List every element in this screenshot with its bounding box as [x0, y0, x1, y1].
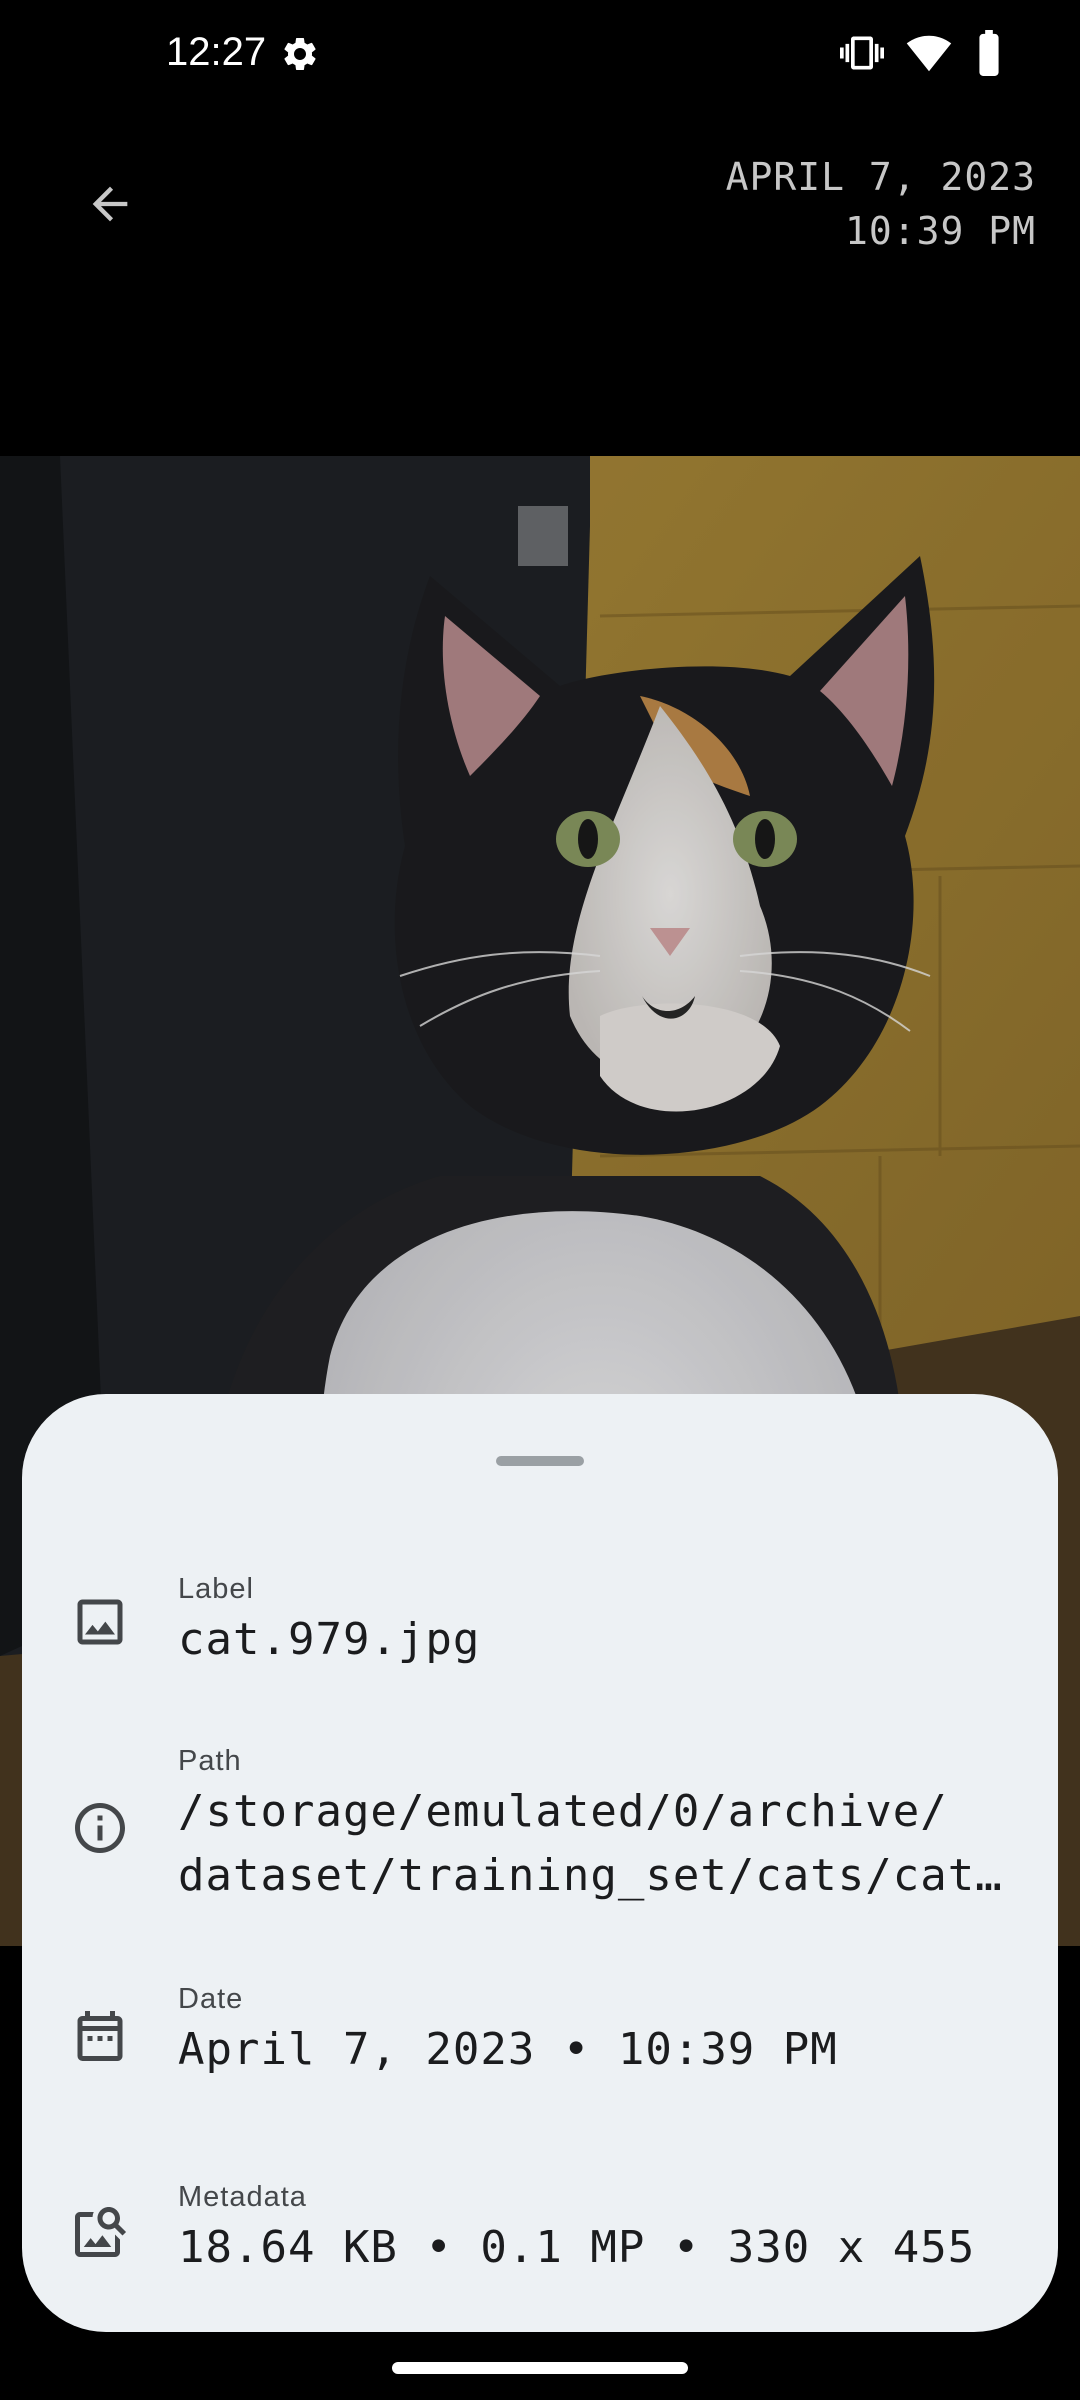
status-time: 12:27 [166, 30, 267, 74]
metadata-value: 18.64 KB • 0.1 MP • 330 x 455 [178, 2222, 976, 2273]
image-search-icon [75, 2207, 127, 2257]
path-value-line-1: /storage/emulated/0/archive/ [178, 1786, 948, 1837]
info-icon [75, 1803, 125, 1853]
info-row-metadata[interactable]: Metadata 18.64 KB • 0.1 MP • 330 x 455 [22, 2180, 1058, 2300]
path-value-line-2: dataset/training_set/cats/cat… [178, 1850, 1003, 1901]
wifi-icon [906, 35, 952, 72]
date-value: April 7, 2023 • 10:39 PM [178, 2024, 838, 2075]
gear-icon [284, 37, 316, 70]
path-value: /storage/emulated/0/archive/ dataset/tra… [178, 1780, 1028, 1908]
drag-handle[interactable] [496, 1456, 584, 1466]
info-row-date[interactable]: Date April 7, 2023 • 10:39 PM [22, 1982, 1058, 2102]
calendar-icon [77, 2011, 123, 2061]
label-value: cat.979.jpg [178, 1614, 481, 1665]
screen: 12:27 APRIL 7, 2023 10:39 PM Label cat.9… [0, 0, 1080, 2400]
header-date: APRIL 7, 2023 10:39 PM [726, 150, 1036, 258]
status-bar: 12:27 [0, 0, 1080, 104]
arrow-back-icon [92, 186, 128, 222]
top-app-bar: APRIL 7, 2023 10:39 PM [0, 104, 1080, 304]
info-row-label[interactable]: Label cat.979.jpg [22, 1572, 1058, 1692]
vibrate-icon [840, 36, 884, 70]
home-indicator[interactable] [392, 2362, 688, 2374]
status-icons [840, 30, 1004, 76]
battery-icon [979, 30, 999, 76]
image-icon [77, 1599, 123, 1645]
date-title: Date [178, 1983, 244, 2015]
info-row-path[interactable]: Path /storage/emulated/0/archive/ datase… [22, 1744, 1058, 1914]
header-date-line: APRIL 7, 2023 [725, 155, 1036, 199]
header-time-line: 10:39 PM [844, 209, 1036, 253]
path-title: Path [178, 1745, 242, 1777]
label-title: Label [178, 1573, 254, 1605]
back-button[interactable] [70, 164, 150, 244]
details-bottom-sheet[interactable]: Label cat.979.jpg Path /storage/emulated… [22, 1394, 1058, 2332]
metadata-title: Metadata [178, 2181, 307, 2213]
